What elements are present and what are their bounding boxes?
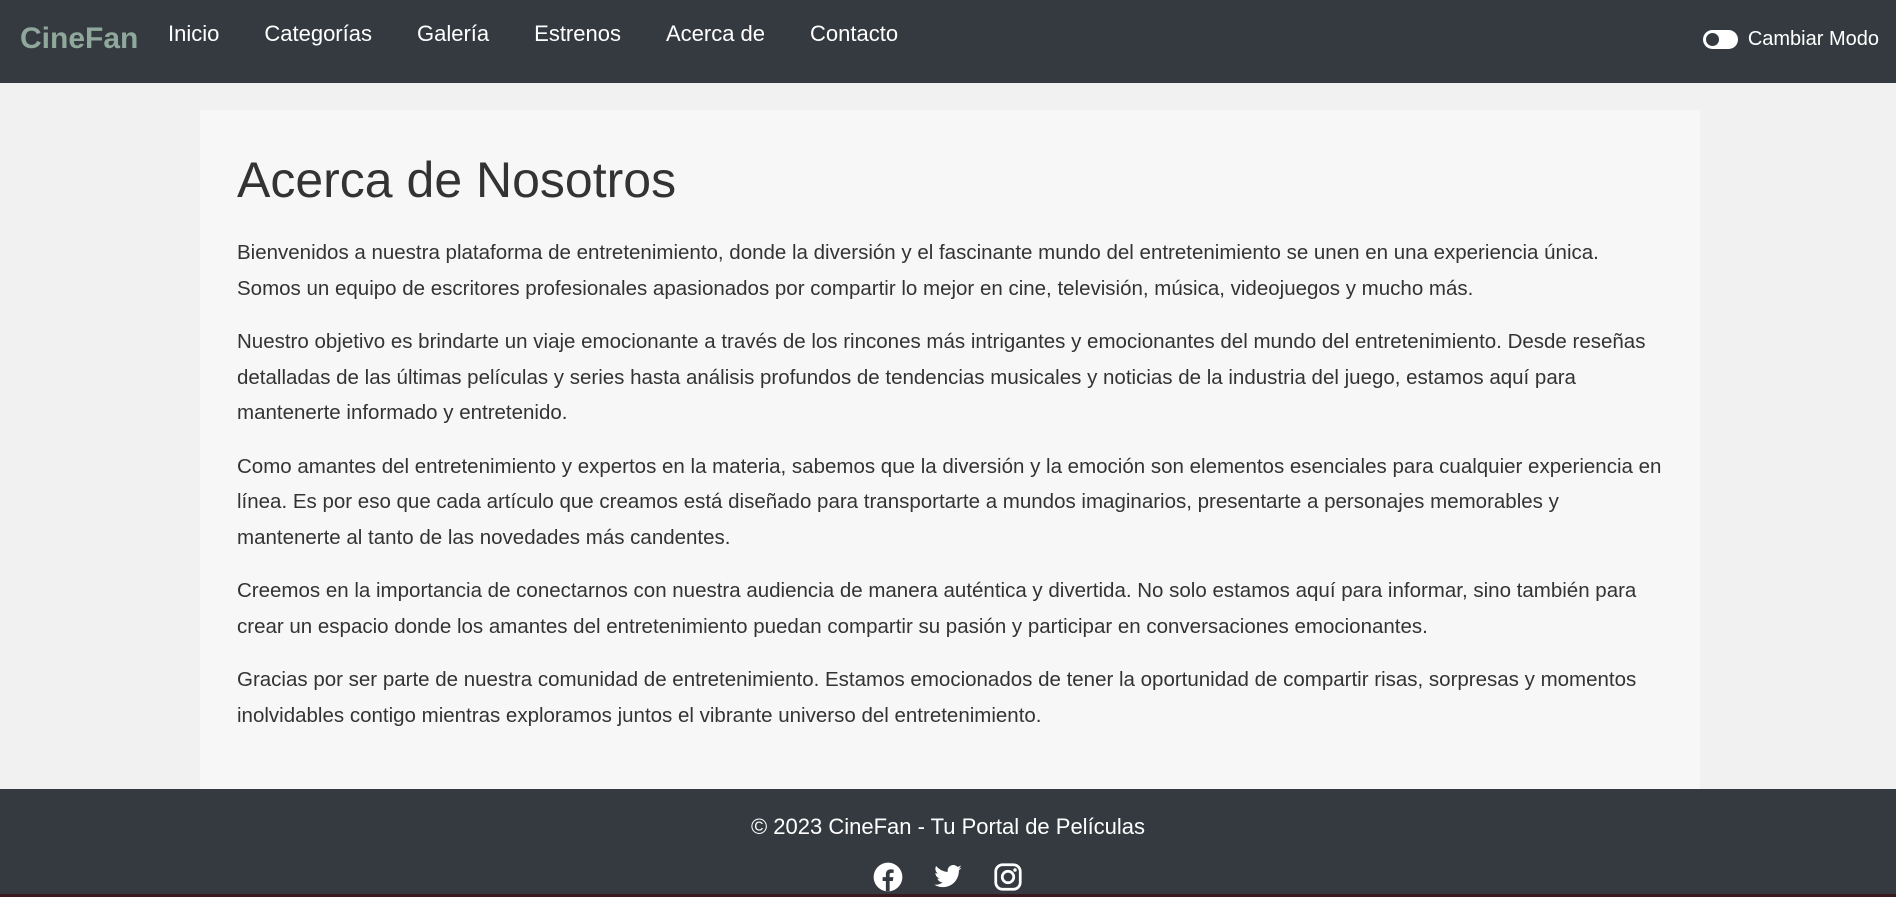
about-section: Acerca de Nosotros Bienvenidos a nuestra… — [200, 110, 1700, 789]
toggle-switch[interactable] — [1702, 30, 1738, 49]
toggle-knob — [1705, 33, 1719, 46]
instagram-icon[interactable] — [992, 861, 1024, 893]
mode-toggle-label[interactable]: Cambiar Modo — [1748, 28, 1879, 51]
page-title: Acerca de Nosotros — [237, 152, 677, 208]
about-paragraph: Como amantes del entretenimiento y exper… — [237, 454, 1662, 549]
footer-copyright: © 2023 CineFan - Tu Portal de Películas — [750, 814, 1146, 839]
about-paragraph: Gracias por ser parte de nuestra comunid… — [237, 668, 1637, 727]
about-paragraph: Nuestro objetivo es brindarte un viaje e… — [237, 330, 1646, 424]
navbar: CineFan Inicio Categorías Galería Estren… — [0, 0, 1896, 83]
nav-menu: Inicio Categorías Galería Estrenos Acerc… — [168, 21, 943, 47]
theme-mode-toggle[interactable]: Cambiar Modo — [1702, 28, 1879, 51]
nav-item-galeria[interactable]: Galería — [417, 21, 489, 47]
about-paragraph: Bienvenidos a nuestra plataforma de entr… — [237, 241, 1599, 300]
footer: © 2023 CineFan - Tu Portal de Películas — [0, 789, 1896, 897]
twitter-icon[interactable] — [932, 861, 964, 893]
nav-item-inicio[interactable]: Inicio — [168, 21, 219, 47]
nav-item-estrenos[interactable]: Estrenos — [534, 21, 621, 47]
facebook-icon[interactable] — [872, 861, 904, 893]
nav-item-categorias[interactable]: Categorías — [264, 21, 372, 47]
brand-logo-link[interactable]: CineFan — [20, 22, 138, 56]
nav-item-acerca-de[interactable]: Acerca de — [666, 21, 765, 47]
about-paragraph: Creemos en la importancia de conectarnos… — [237, 579, 1637, 638]
nav-item-contacto[interactable]: Contacto — [810, 21, 898, 47]
social-links — [0, 861, 1896, 893]
